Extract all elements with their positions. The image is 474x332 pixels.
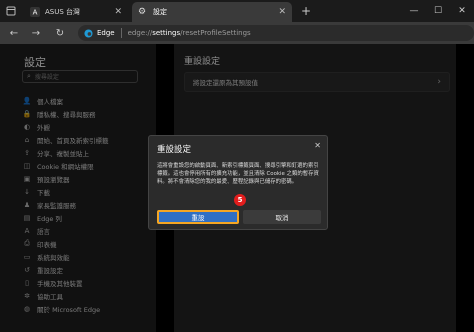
back-button[interactable]: ← [6, 25, 22, 41]
tab-settings[interactable]: ⚙ 設定 ✕ [132, 2, 292, 22]
forward-button[interactable]: → [28, 25, 44, 41]
address-divider [120, 28, 122, 38]
minimize-button[interactable]: — [402, 0, 426, 22]
dialog-title: 重設設定 [157, 145, 192, 155]
reset-settings-dialog: 重設設定 ✕ 這將會重設您的啟動頁面、新索引標籤頁面、搜尋引擎和釘選的索引標籤。… [148, 135, 328, 230]
url-scheme: edge:// [127, 29, 153, 37]
new-tab-button[interactable]: + [297, 2, 315, 20]
url-path: settings [152, 29, 181, 37]
cancel-button[interactable]: 取消 [243, 210, 321, 224]
close-tab-asus-icon[interactable]: ✕ [114, 7, 122, 17]
refresh-button[interactable]: ↻ [52, 25, 68, 41]
asus-favicon-icon: A [30, 7, 40, 17]
svg-text:A: A [33, 9, 38, 17]
reset-button[interactable]: 重設 [157, 210, 239, 224]
address-toolbar: ← → ↻ Edge edge://settings/resetProfileS… [0, 22, 474, 44]
maximize-button[interactable]: ☐ [426, 0, 450, 22]
gear-icon: ⚙ [138, 7, 147, 17]
edge-brand-label: Edge [97, 29, 115, 37]
tab-settings-label: 設定 [153, 8, 167, 16]
tab-bar: A ASUS 台灣 ✕ ⚙ 設定 ✕ + — ☐ ✕ [0, 0, 474, 22]
address-bar[interactable]: Edge edge://settings/resetProfileSetting… [78, 25, 474, 41]
tab-asus[interactable]: A ASUS 台灣 ✕ [24, 2, 128, 22]
url-rest: /resetProfileSettings [180, 29, 251, 37]
edge-logo-icon [84, 28, 93, 38]
dialog-message: 這將會重設您的啟動頁面、新索引標籤頁面、搜尋引擎和釘選的索引標籤。這也會停用所有… [157, 163, 319, 185]
close-window-button[interactable]: ✕ [450, 0, 474, 22]
step-number-badge: 5 [234, 194, 246, 206]
close-tab-settings-icon[interactable]: ✕ [278, 7, 286, 17]
tab-actions-menu[interactable] [2, 2, 20, 20]
tab-asus-label: ASUS 台灣 [45, 8, 81, 16]
close-icon[interactable]: ✕ [314, 141, 321, 150]
tab-actions-icon [6, 6, 16, 16]
